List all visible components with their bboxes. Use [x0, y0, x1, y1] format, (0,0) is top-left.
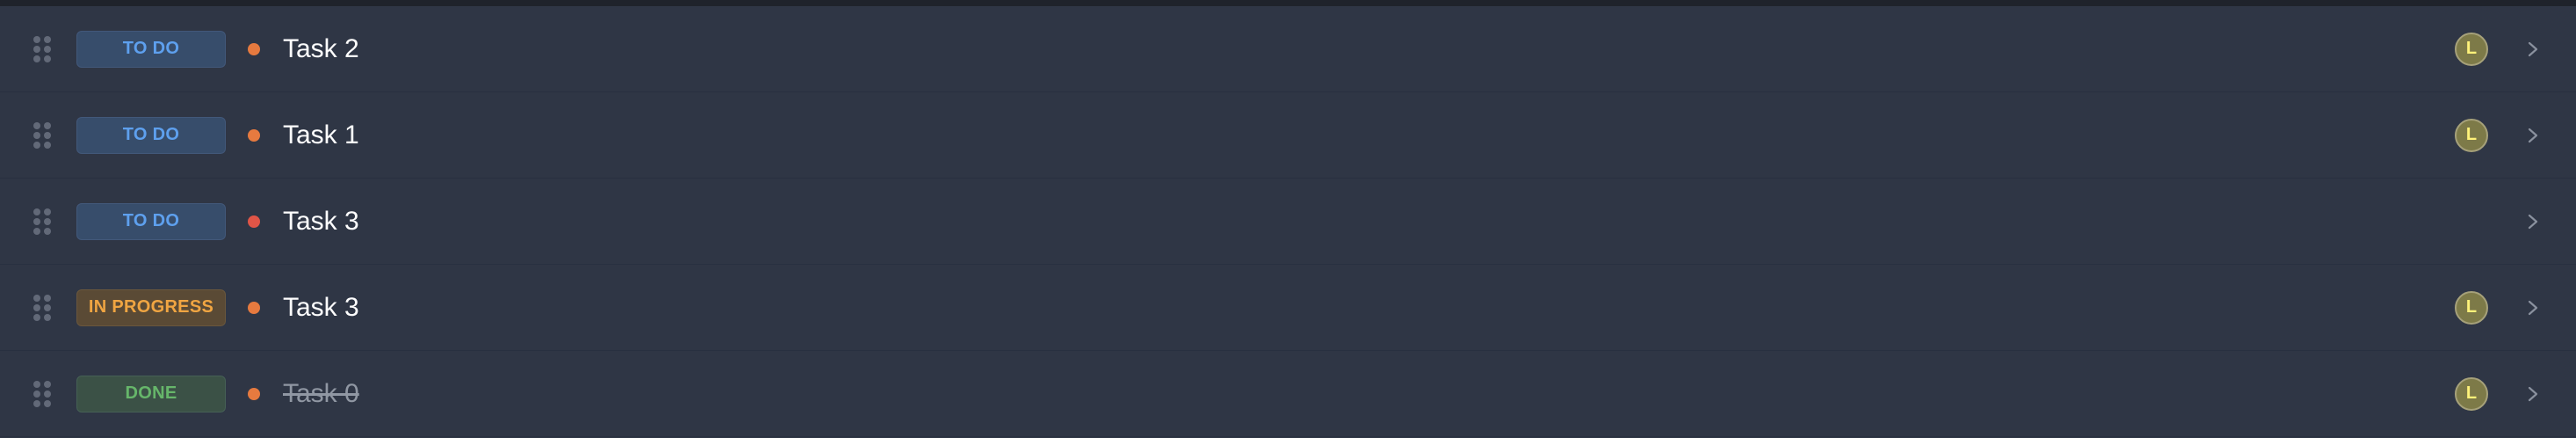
chevron-right-icon[interactable]: [2523, 212, 2543, 231]
assignee-avatar[interactable]: L: [2455, 376, 2488, 411]
top-bar: [0, 0, 2576, 6]
status-badge[interactable]: TO DO: [76, 30, 226, 68]
priority-dot: [248, 42, 260, 55]
priority-dot: [248, 387, 260, 400]
drag-handle-icon[interactable]: [33, 380, 51, 407]
status-badge[interactable]: IN PROGRESS: [76, 288, 226, 326]
chevron-right-icon[interactable]: [2523, 40, 2543, 59]
task-title[interactable]: Task 3: [283, 207, 359, 237]
task-title[interactable]: Task 2: [283, 34, 359, 64]
task-row[interactable]: IN PROGRESS Task 3 L: [0, 265, 2576, 351]
task-row[interactable]: DONE Task 0 L: [0, 351, 2576, 437]
chevron-right-icon[interactable]: [2523, 384, 2543, 404]
assignee-avatar[interactable]: L: [2455, 290, 2488, 325]
drag-handle-icon[interactable]: [33, 294, 51, 321]
status-badge[interactable]: TO DO: [76, 116, 226, 154]
priority-dot: [248, 301, 260, 314]
priority-dot: [248, 128, 260, 142]
task-row[interactable]: TO DO Task 3: [0, 179, 2576, 265]
drag-handle-icon[interactable]: [33, 121, 51, 149]
assignee-avatar[interactable]: L: [2455, 32, 2488, 66]
task-title[interactable]: Task 1: [283, 120, 359, 150]
chevron-right-icon[interactable]: [2523, 126, 2543, 145]
drag-handle-icon[interactable]: [33, 208, 51, 235]
task-title[interactable]: Task 3: [283, 293, 359, 323]
status-badge[interactable]: DONE: [76, 375, 226, 412]
task-title[interactable]: Task 0: [283, 379, 359, 409]
task-row[interactable]: TO DO Task 1 L: [0, 92, 2576, 179]
drag-handle-icon[interactable]: [33, 35, 51, 62]
priority-dot: [248, 215, 260, 228]
chevron-right-icon[interactable]: [2523, 298, 2543, 318]
task-row[interactable]: TO DO Task 2 L: [0, 6, 2576, 92]
task-list: TO DO Task 2 L TO DO Task 1 L TO DO Task…: [0, 6, 2576, 437]
assignee-avatar[interactable]: L: [2455, 118, 2488, 152]
status-badge[interactable]: TO DO: [76, 202, 226, 240]
